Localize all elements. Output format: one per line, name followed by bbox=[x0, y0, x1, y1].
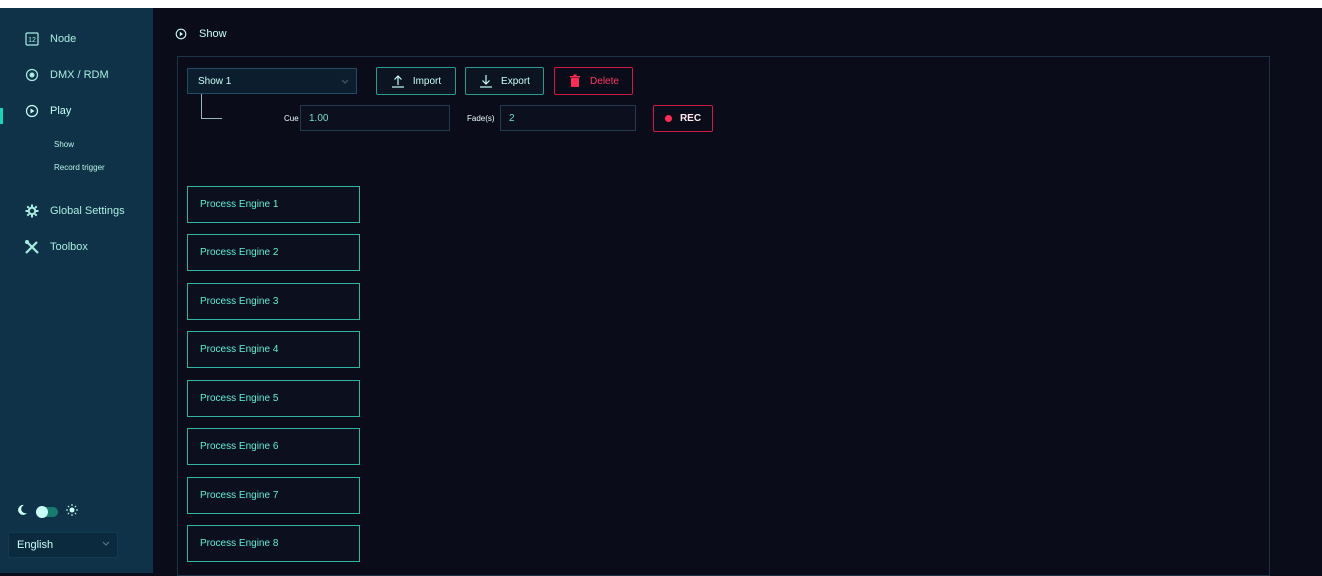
sidebar-subitem-show[interactable]: Show bbox=[54, 140, 74, 149]
process-engine-label: Process Engine 5 bbox=[200, 393, 279, 404]
process-engine-button[interactable]: Process Engine 4 bbox=[187, 331, 360, 368]
show-select-value: Show 1 bbox=[198, 75, 232, 87]
show-select[interactable]: Show 1 bbox=[187, 68, 357, 94]
upload-icon bbox=[391, 74, 405, 88]
sidebar-item-label: Node bbox=[50, 33, 77, 45]
sidebar-item-global-settings[interactable]: Global Settings bbox=[0, 198, 153, 224]
process-engine-label: Process Engine 2 bbox=[200, 247, 279, 258]
moon-icon bbox=[16, 503, 28, 521]
export-button[interactable]: Export bbox=[465, 67, 544, 95]
import-label: Import bbox=[412, 75, 442, 87]
delete-label: Delete bbox=[590, 75, 619, 87]
chevron-down-icon bbox=[103, 541, 109, 546]
fade-value: 2 bbox=[509, 112, 515, 124]
play-circle-icon bbox=[24, 103, 40, 119]
radio-target-icon bbox=[24, 67, 40, 83]
rec-button[interactable]: REC bbox=[653, 105, 713, 132]
svg-text:12: 12 bbox=[28, 37, 36, 44]
play-circle-icon bbox=[175, 28, 187, 40]
sidebar-item-dmx-rdm[interactable]: DMX / RDM bbox=[0, 62, 153, 88]
theme-switch[interactable] bbox=[36, 506, 58, 518]
sidebar-item-toolbox[interactable]: Toolbox bbox=[0, 234, 153, 260]
process-engine-label: Process Engine 3 bbox=[200, 296, 279, 307]
language-value: English bbox=[17, 539, 54, 551]
sidebar-item-label: Toolbox bbox=[50, 241, 88, 253]
fade-input[interactable]: 2 bbox=[500, 105, 636, 131]
delete-button[interactable]: Delete bbox=[554, 67, 633, 95]
fade-label: Fade(s) bbox=[467, 114, 495, 123]
process-engine-label: Process Engine 6 bbox=[200, 441, 279, 452]
sidebar-item-label: Global Settings bbox=[50, 205, 125, 217]
sidebar: 12 Node DMX / RDM Play Show Record trigg… bbox=[0, 8, 153, 573]
tools-icon bbox=[24, 239, 40, 255]
process-engine-button[interactable]: Process Engine 8 bbox=[187, 525, 360, 562]
gear-icon bbox=[24, 203, 40, 219]
process-engine-button[interactable]: Process Engine 7 bbox=[187, 477, 360, 514]
page-title: Show bbox=[199, 28, 227, 40]
sidebar-item-label: DMX / RDM bbox=[50, 69, 109, 81]
export-label: Export bbox=[501, 75, 530, 87]
chevron-down-icon bbox=[342, 79, 348, 84]
process-engine-button[interactable]: Process Engine 3 bbox=[187, 283, 360, 320]
record-dot-icon bbox=[664, 115, 672, 122]
process-engine-label: Process Engine 7 bbox=[200, 490, 279, 501]
tree-connector bbox=[201, 94, 222, 119]
process-engine-label: Process Engine 4 bbox=[200, 344, 279, 355]
trash-icon bbox=[568, 74, 582, 88]
import-button[interactable]: Import bbox=[376, 67, 456, 95]
theme-toggle[interactable] bbox=[16, 504, 106, 520]
cue-value: 1.00 bbox=[309, 112, 329, 124]
language-select[interactable]: English bbox=[8, 532, 118, 558]
sidebar-subitem-record-trigger[interactable]: Record trigger bbox=[54, 163, 105, 172]
sidebar-item-node[interactable]: 12 Node bbox=[0, 26, 153, 52]
sun-icon bbox=[66, 503, 78, 521]
sidebar-item-label: Play bbox=[50, 105, 72, 117]
process-engine-button[interactable]: Process Engine 6 bbox=[187, 428, 360, 465]
cue-label: Cue bbox=[284, 114, 299, 123]
process-engine-button[interactable]: Process Engine 1 bbox=[187, 186, 360, 223]
download-icon bbox=[479, 74, 493, 88]
process-engine-button[interactable]: Process Engine 5 bbox=[187, 380, 360, 417]
rec-label: REC bbox=[679, 113, 702, 124]
process-engine-button[interactable]: Process Engine 2 bbox=[187, 234, 360, 271]
node-calendar-icon: 12 bbox=[24, 31, 40, 47]
sidebar-item-play[interactable]: Play bbox=[0, 98, 153, 124]
process-engine-label: Process Engine 8 bbox=[200, 538, 279, 549]
process-engine-label: Process Engine 1 bbox=[200, 199, 279, 210]
cue-input[interactable]: 1.00 bbox=[300, 105, 450, 131]
top-strip bbox=[0, 0, 1322, 8]
breadcrumb: Show bbox=[175, 28, 227, 40]
